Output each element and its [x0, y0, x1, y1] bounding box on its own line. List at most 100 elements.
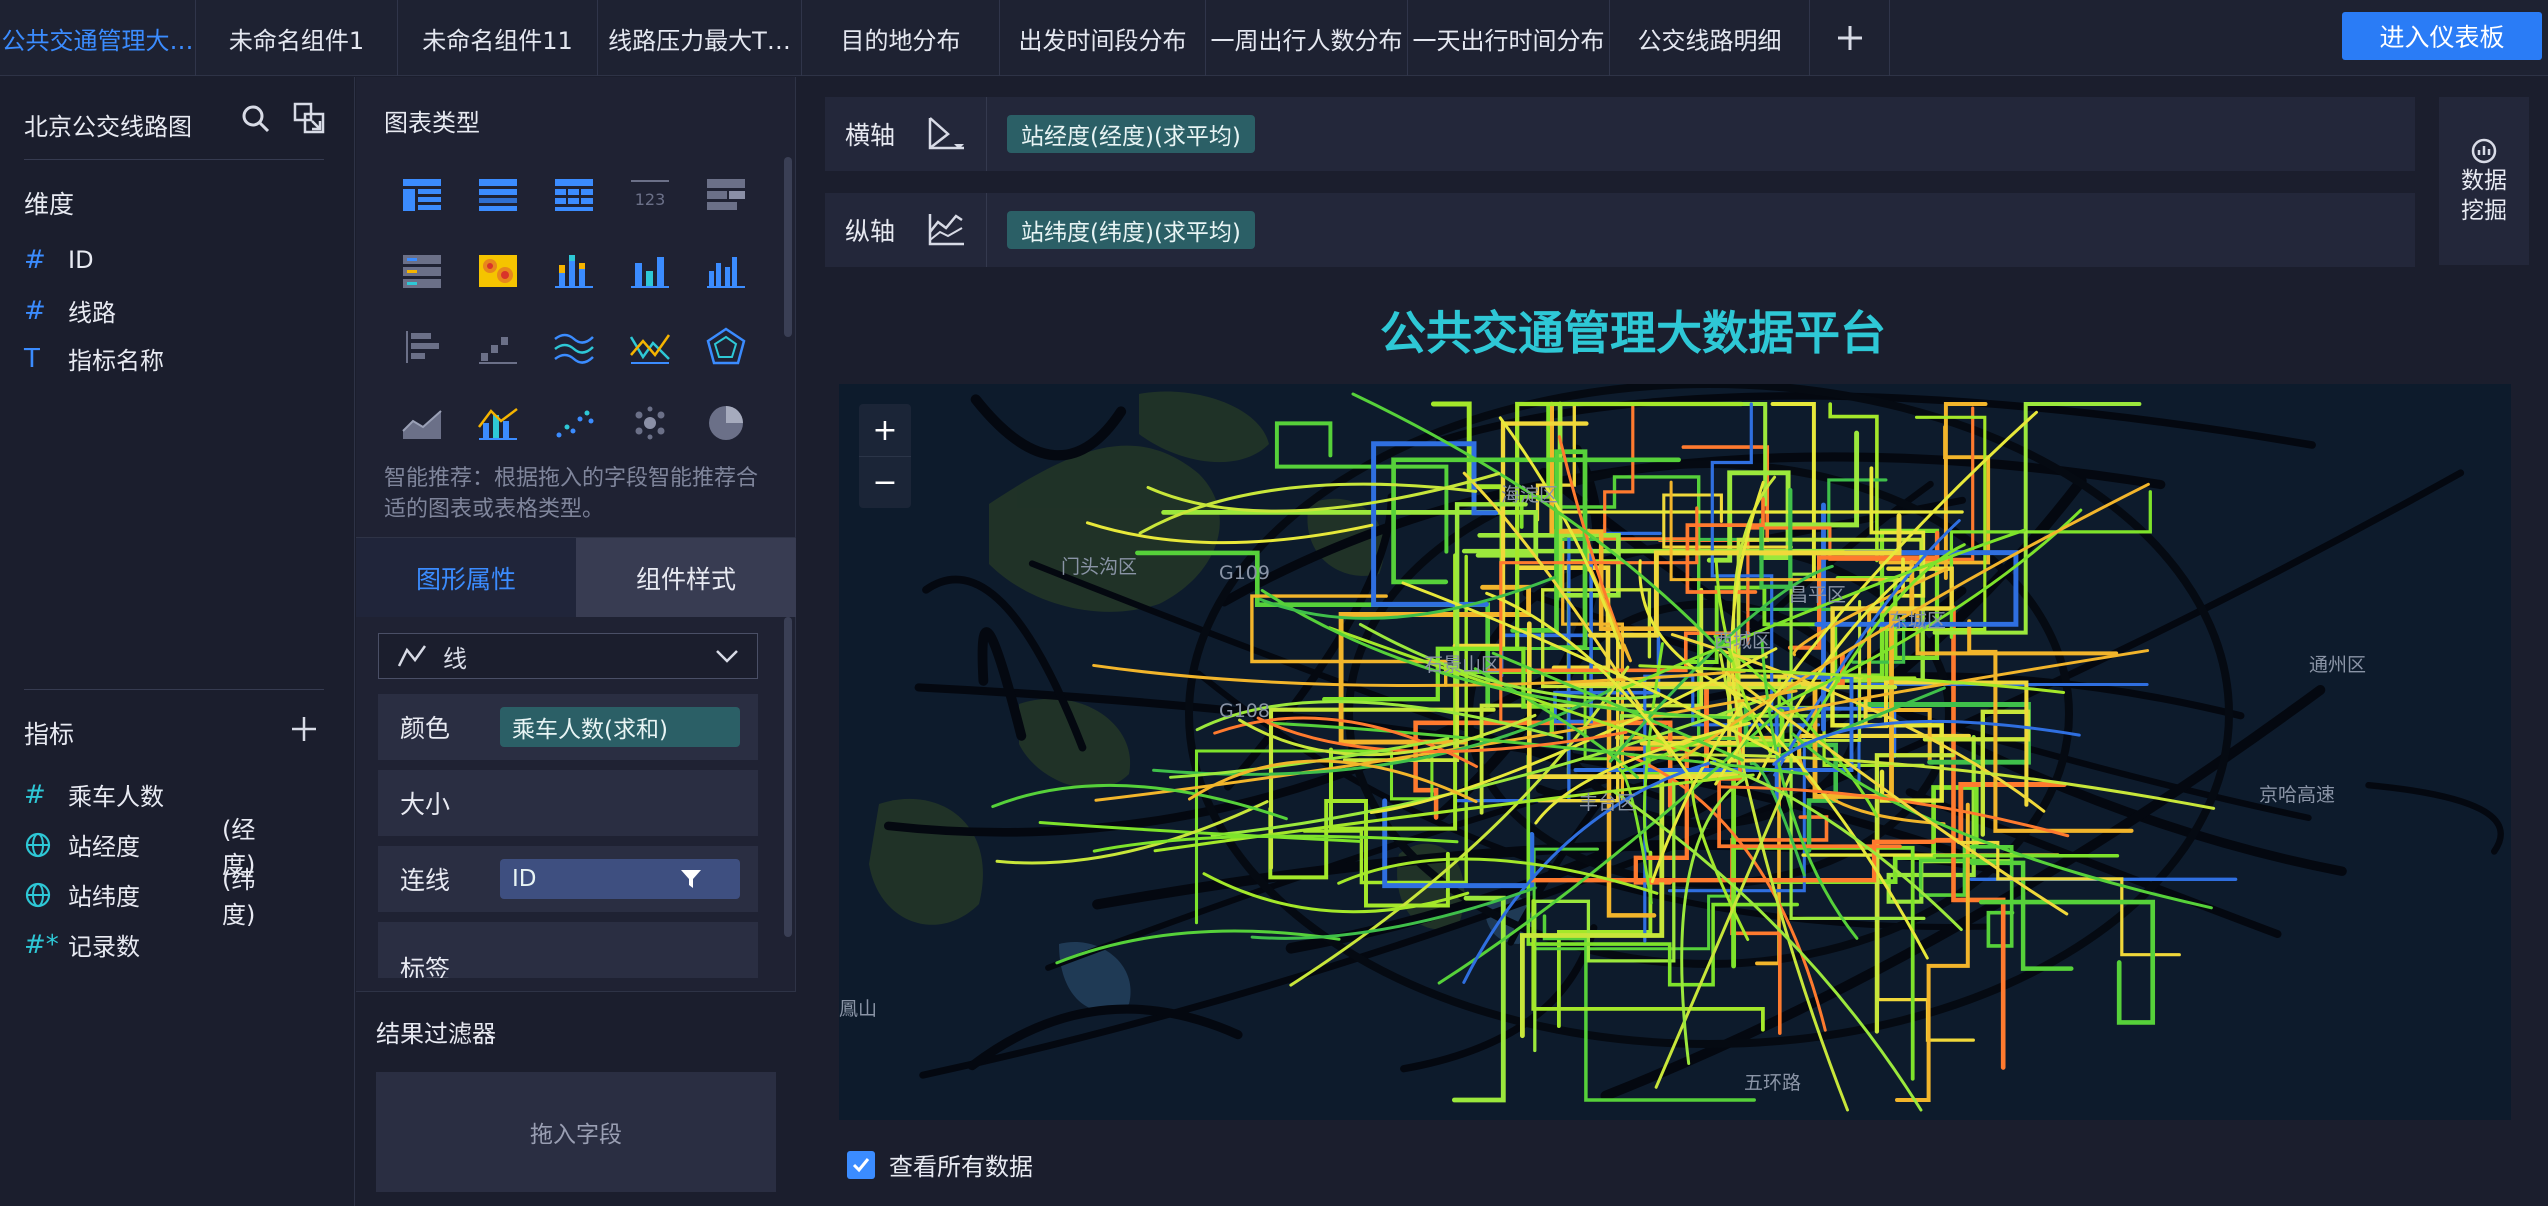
combo-chart-icon[interactable]: [460, 385, 536, 461]
tab-departure-time[interactable]: 出发时间段分布: [1000, 0, 1206, 76]
map-label-shijingshan: 石景山区: [1424, 654, 1501, 676]
kpi-number-icon[interactable]: 123: [612, 157, 688, 233]
metric-field-longitude[interactable]: 站经度 (经度): [24, 816, 255, 879]
color-property-row[interactable]: 颜色 乘车人数(求和): [378, 694, 758, 760]
bar-chart-icon[interactable]: [612, 233, 688, 309]
progress-table-icon[interactable]: [688, 157, 764, 233]
top-tab-bar: 公共交通管理大… 未命名组件1 未命名组件11 线路压力最大T… 目的地分布 出…: [0, 0, 2548, 76]
tab-component-style[interactable]: 组件样式: [576, 538, 796, 617]
line-shape-icon: [397, 645, 427, 667]
result-filter-section: 结果过滤器 拖入字段: [356, 991, 796, 1206]
map-label-wuhuan: 五环路: [1744, 1072, 1802, 1094]
y-axis-type-icon[interactable]: [905, 193, 987, 267]
dataset-name[interactable]: 北京公交线路图: [24, 107, 192, 142]
zoom-in-button[interactable]: +: [859, 404, 911, 456]
tab-unnamed-11[interactable]: 未命名组件11: [398, 0, 598, 76]
shape-type-select[interactable]: 线: [378, 633, 758, 679]
waterfall-icon[interactable]: [460, 309, 536, 385]
bubble-chart-icon[interactable]: [612, 385, 688, 461]
tab-daily-travel[interactable]: 一天出行时间分布: [1408, 0, 1610, 76]
radar-chart-icon[interactable]: [688, 309, 764, 385]
divider: [24, 689, 324, 690]
tab-public-transport[interactable]: 公共交通管理大…: [0, 0, 196, 76]
tab-shape-properties[interactable]: 图形属性: [356, 538, 576, 617]
chevron-down-icon: [716, 650, 738, 663]
chart-types-scrollbar[interactable]: [784, 157, 792, 337]
stacked-bar-icon[interactable]: [536, 233, 612, 309]
switch-dataset-icon[interactable]: [292, 101, 326, 135]
detail-table-icon[interactable]: [536, 157, 612, 233]
dimensions-title: 维度: [24, 190, 75, 219]
metric-field-latitude[interactable]: 站纬度 (纬度): [24, 866, 255, 929]
properties-scrollbar[interactable]: [784, 617, 792, 937]
y-axis-row[interactable]: 纵轴 站纬度(纬度)(求平均): [825, 193, 2415, 267]
field-label: 站经度: [68, 833, 140, 861]
chart-canvas-area: 横轴 站经度(经度)(求平均) 纵轴 站纬度(纬度)(求平均) 数据 挖掘 公共…: [797, 77, 2548, 1206]
map-label-mountain: 鳳山: [839, 998, 878, 1020]
view-all-checkbox[interactable]: [847, 1150, 875, 1179]
tag-property-row[interactable]: 标签: [378, 922, 758, 978]
line-chart-icon[interactable]: [612, 309, 688, 385]
chart-config-panel: 图表类型 123 智能推荐：根据拖入的字段智能推荐合适的图表或表格类型。 图形属…: [356, 77, 796, 1206]
field-label: 乘车人数: [68, 783, 164, 811]
data-mining-button[interactable]: 数据 挖掘: [2439, 97, 2529, 265]
color-field-pill[interactable]: 乘车人数(求和): [500, 707, 740, 747]
search-icon[interactable]: [240, 103, 272, 135]
table-chart-icon[interactable]: [384, 157, 460, 233]
x-axis-row[interactable]: 横轴 站经度(经度)(求平均): [825, 97, 2415, 171]
data-mining-label-2: 挖掘: [2461, 198, 2507, 224]
filter-drop-zone[interactable]: 拖入字段: [376, 1072, 776, 1192]
tab-unnamed-1[interactable]: 未命名组件1: [196, 0, 398, 76]
result-filter-title: 结果过滤器: [376, 1020, 496, 1048]
smart-recommend-tip: 智能推荐：根据拖入的字段智能推荐合适的图表或表格类型。: [384, 466, 759, 522]
metric-field-record-count[interactable]: #* 记录数: [24, 927, 140, 962]
property-tabs: 图形属性 组件样式: [356, 537, 796, 617]
divider: [24, 159, 324, 160]
geo-role-label: (纬度): [222, 865, 256, 929]
metric-field-passengers[interactable]: # 乘车人数: [24, 777, 164, 812]
tab-bus-detail[interactable]: 公交线路明细: [1610, 0, 1810, 76]
enter-dashboard-button[interactable]: 进入仪表板: [2342, 12, 2542, 60]
map-zoom-control: + −: [859, 404, 911, 508]
y-axis-field-pill[interactable]: 站纬度(纬度)(求平均): [1007, 211, 1255, 249]
dimension-field-line[interactable]: # 线路: [24, 293, 116, 328]
highway: [2365, 781, 2504, 855]
number-type-icon: #: [24, 295, 46, 326]
number-type-icon: #: [24, 245, 46, 275]
view-all-data-option[interactable]: 查看所有数据: [847, 1147, 1033, 1182]
add-tab-button[interactable]: [1810, 0, 1890, 76]
zoom-out-button[interactable]: −: [859, 456, 911, 508]
grouped-table-icon[interactable]: [460, 157, 536, 233]
tab-destination[interactable]: 目的地分布: [802, 0, 1000, 76]
area-chart-icon[interactable]: [384, 385, 460, 461]
connect-property-row[interactable]: 连线 ID: [378, 846, 758, 912]
view-all-label: 查看所有数据: [889, 1153, 1033, 1181]
grouped-bar-icon[interactable]: [688, 233, 764, 309]
size-property-row[interactable]: 大小: [378, 770, 758, 836]
dimension-field-id[interactable]: # ID: [24, 245, 94, 275]
connect-field-label: ID: [512, 866, 537, 892]
plus-icon: [1837, 26, 1862, 50]
filter-icon[interactable]: [680, 868, 702, 890]
multi-line-icon[interactable]: [536, 309, 612, 385]
number-type-icon: #: [24, 779, 46, 810]
globe-icon: [24, 831, 68, 859]
highway: [977, 627, 1027, 741]
pie-chart-icon[interactable]: [688, 385, 764, 461]
connect-field-pill[interactable]: ID: [500, 859, 740, 899]
tab-weekly-travel[interactable]: 一周出行人数分布: [1206, 0, 1408, 76]
check-icon: [852, 1157, 870, 1172]
chart-type-grid: 123: [384, 157, 764, 461]
map-layer[interactable]: [839, 384, 2511, 1120]
add-metric-icon[interactable]: [290, 715, 318, 743]
list-chart-icon[interactable]: [384, 233, 460, 309]
field-label: 指标名称: [68, 347, 164, 375]
heatmap-icon[interactable]: [460, 233, 536, 309]
scatter-chart-icon[interactable]: [536, 385, 612, 461]
horizontal-bar-icon[interactable]: [384, 309, 460, 385]
bus-route-map[interactable]: 门头沟区 海淀区 昌平区 西城区 东城区 通州区 石景山区 丰台区 五环路 京哈…: [839, 384, 2511, 1120]
tab-line-pressure[interactable]: 线路压力最大T…: [598, 0, 802, 76]
dimension-field-metric-name[interactable]: T 指标名称: [24, 341, 164, 376]
x-axis-field-pill[interactable]: 站经度(经度)(求平均): [1007, 115, 1255, 153]
x-axis-type-icon[interactable]: [905, 97, 987, 171]
